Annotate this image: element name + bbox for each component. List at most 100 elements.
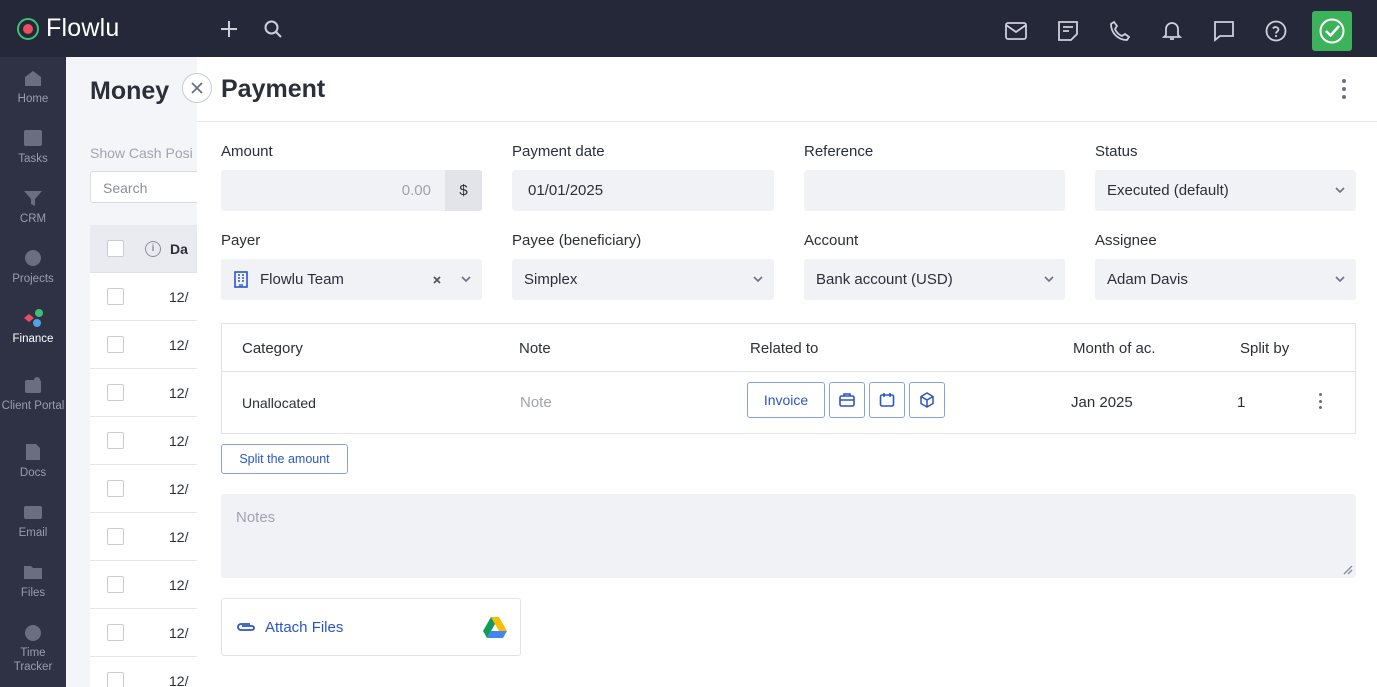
sidebar-item-files[interactable]: Files: [0, 551, 66, 611]
chat-icon[interactable]: [1202, 9, 1246, 53]
sidebar-item-label: CRM: [19, 213, 47, 225]
select-all-checkbox[interactable]: [107, 240, 124, 257]
sidebar-item-label: Client Portal: [1, 400, 65, 412]
sidebar-item-crm[interactable]: CRM: [0, 177, 66, 237]
mail-icon[interactable]: [994, 9, 1038, 53]
box-icon[interactable]: [909, 382, 945, 418]
client-portal-icon: [22, 375, 44, 395]
row-checkbox[interactable]: [107, 384, 124, 401]
briefcase-icon[interactable]: [829, 382, 865, 418]
amount-placeholder: 0.00: [401, 182, 431, 199]
sidebar-item-label: Email: [18, 527, 48, 539]
row-more-options-icon[interactable]: [1319, 393, 1323, 409]
invoice-button[interactable]: Invoice: [747, 382, 825, 418]
amount-input[interactable]: 0.00 $: [221, 170, 482, 211]
finance-icon: [22, 308, 44, 328]
chevron-down-icon: [461, 276, 471, 283]
row-date: 12/: [169, 384, 189, 401]
month-cell[interactable]: Jan 2025: [1071, 394, 1133, 411]
info-icon[interactable]: i: [145, 240, 161, 257]
row-date: 12/: [169, 528, 189, 545]
attach-files-button[interactable]: Attach Files: [221, 598, 521, 656]
payee-label: Payee (beneficiary): [512, 232, 642, 249]
related-column-header: Related to: [750, 340, 819, 357]
status-label: Status: [1095, 143, 1138, 160]
resize-handle-icon[interactable]: [1341, 563, 1353, 575]
row-checkbox[interactable]: [107, 288, 124, 305]
sidebar-item-tasks[interactable]: Tasks: [0, 117, 66, 177]
sidebar-item-docs[interactable]: Docs: [0, 431, 66, 491]
calendar-icon[interactable]: [869, 382, 905, 418]
reference-field: Reference: [804, 143, 1065, 211]
close-icon: [191, 82, 203, 94]
payment-panel: Payment Amount 0.00 $ Payment date 01/01…: [197, 57, 1377, 687]
timer-icon: [22, 622, 44, 642]
table-row: Unallocated Note Invoice Jan 2025 1: [222, 372, 1355, 433]
sidebar-item-label: Time Tracker: [13, 647, 53, 673]
sidebar-item-client-portal[interactable]: Client Portal: [0, 357, 66, 431]
panel-header: Payment: [197, 57, 1377, 122]
sidebar-item-finance[interactable]: Finance: [0, 297, 66, 357]
phone-icon[interactable]: [1098, 9, 1142, 53]
assignee-select[interactable]: Adam Davis: [1095, 259, 1356, 300]
assignee-value: Adam Davis: [1107, 271, 1188, 288]
account-select[interactable]: Bank account (USD): [804, 259, 1065, 300]
split-cell[interactable]: 1: [1237, 394, 1245, 411]
note-input[interactable]: Note: [520, 394, 552, 411]
category-cell[interactable]: Unallocated: [242, 395, 316, 411]
table-header: Category Note Related to Month of ac. Sp…: [222, 324, 1355, 372]
payer-select[interactable]: Flowlu Team: [221, 259, 482, 300]
currency-selector[interactable]: $: [445, 170, 482, 211]
chevron-down-icon: [1335, 276, 1345, 283]
app-logo[interactable]: Flowlu: [17, 14, 207, 43]
show-cash-position-toggle[interactable]: Show Cash Posi: [90, 145, 193, 161]
row-date: 12/: [169, 432, 189, 449]
add-icon[interactable]: [207, 7, 251, 51]
row-date: 12/: [169, 576, 189, 593]
notes-textarea[interactable]: Notes: [221, 494, 1356, 578]
payment-date-label: Payment date: [512, 143, 605, 160]
sidebar-item-projects[interactable]: Projects: [0, 237, 66, 297]
bell-icon[interactable]: [1150, 9, 1194, 53]
reference-input[interactable]: [804, 170, 1065, 211]
sidebar-item-email[interactable]: Email: [0, 491, 66, 551]
notes-placeholder: Notes: [236, 509, 276, 526]
row-checkbox[interactable]: [107, 576, 124, 593]
files-icon: [22, 562, 44, 582]
row-checkbox[interactable]: [107, 672, 124, 687]
reference-label: Reference: [804, 143, 874, 160]
account-value: Bank account (USD): [816, 271, 953, 288]
row-checkbox[interactable]: [107, 432, 124, 449]
clear-icon[interactable]: [432, 275, 442, 285]
payee-value: Simplex: [524, 271, 578, 288]
sidebar: Home Tasks CRM Projects Finance Client P…: [0, 57, 66, 687]
date-column-header[interactable]: Da: [170, 241, 188, 257]
projects-icon: [22, 248, 44, 268]
row-checkbox[interactable]: [107, 336, 124, 353]
row-checkbox[interactable]: [107, 528, 124, 545]
account-field: Account Bank account (USD): [804, 232, 1065, 300]
payment-date-input[interactable]: 01/01/2025: [512, 170, 774, 211]
chevron-down-icon: [1044, 276, 1054, 283]
notes-icon[interactable]: [1046, 9, 1090, 53]
category-column-header: Category: [242, 340, 303, 357]
more-options-icon[interactable]: [1337, 79, 1351, 99]
close-panel-button[interactable]: [182, 73, 212, 103]
google-drive-icon[interactable]: [483, 617, 507, 638]
split-amount-button[interactable]: Split the amount: [221, 444, 348, 474]
row-checkbox[interactable]: [107, 480, 124, 497]
chevron-down-icon: [1335, 187, 1345, 194]
home-icon: [22, 68, 44, 88]
payee-select[interactable]: Simplex: [512, 259, 774, 300]
panel-title: Payment: [221, 74, 326, 103]
row-checkbox[interactable]: [107, 624, 124, 641]
sidebar-item-label: Finance: [12, 333, 54, 345]
sidebar-item-home[interactable]: Home: [0, 57, 66, 117]
sidebar-item-time-tracker[interactable]: Time Tracker: [0, 611, 66, 685]
help-icon[interactable]: [1254, 9, 1298, 53]
search-icon[interactable]: [251, 7, 295, 51]
check-icon[interactable]: [1312, 11, 1352, 51]
payer-field: Payer Flowlu Team: [221, 232, 482, 300]
payer-label: Payer: [221, 232, 261, 249]
status-select[interactable]: Executed (default): [1095, 170, 1356, 211]
